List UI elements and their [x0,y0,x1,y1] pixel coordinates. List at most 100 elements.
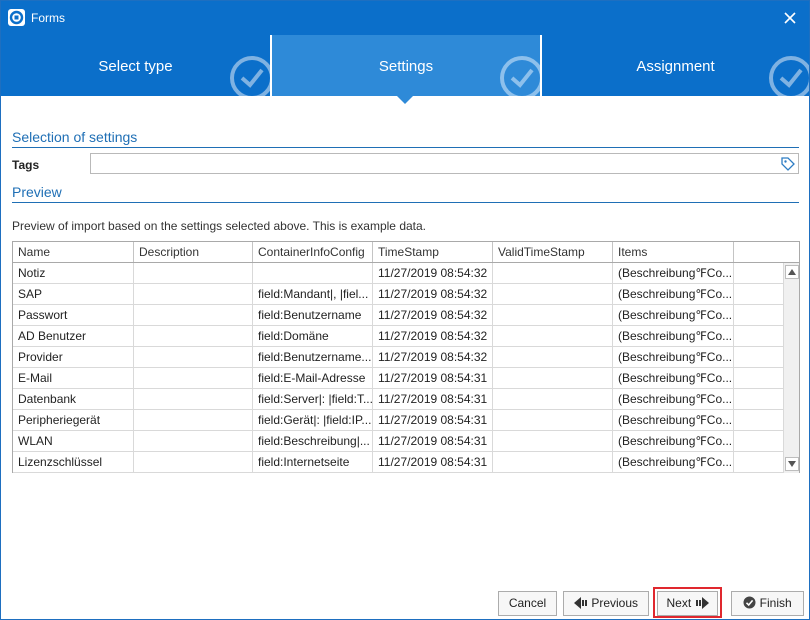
triangle-down-icon [788,461,796,467]
column-header-description[interactable]: Description [134,242,253,262]
active-step-pointer [397,96,413,104]
column-header-validtimestamp[interactable]: ValidTimeStamp [493,242,613,262]
cell-items: (Beschreibung℉Co... [613,410,734,431]
cell-containerinfoconfig: field:E-Mail-Adresse [253,368,373,389]
table-row[interactable]: Notiz 11/27/2019 08:54:32 (Beschreibung℉… [13,263,783,284]
cell-validtimestamp [493,305,613,326]
cell-description [134,305,253,326]
cell-name: Lizenzschlüssel [13,452,134,473]
cell-items: (Beschreibung℉Co... [613,326,734,347]
table-row[interactable]: Lizenzschlüssel field:Internetseite 11/2… [13,452,783,473]
forms-dialog: Forms Select type Settings Assignment Se… [0,0,810,620]
cell-name: Passwort [13,305,134,326]
cell-items: (Beschreibung℉Co... [613,263,734,284]
cell-items: (Beschreibung℉Co... [613,347,734,368]
table-row[interactable]: Datenbank field:Server|: |field:T... 11/… [13,389,783,410]
table-row[interactable]: Passwort field:Benutzername 11/27/2019 0… [13,305,783,326]
cell-containerinfoconfig: field:Internetseite [253,452,373,473]
cell-validtimestamp [493,368,613,389]
vertical-scrollbar[interactable] [783,263,799,473]
table-row[interactable]: SAP field:Mandant|, |fiel... 11/27/2019 … [13,284,783,305]
cell-containerinfoconfig: field:Benutzername... [253,347,373,368]
cell-timestamp: 11/27/2019 08:54:32 [373,326,493,347]
cell-name: SAP [13,284,134,305]
check-circle-icon [500,56,540,96]
column-header-timestamp[interactable]: TimeStamp [373,242,493,262]
cell-validtimestamp [493,263,613,284]
cell-timestamp: 11/27/2019 08:54:32 [373,305,493,326]
cell-items: (Beschreibung℉Co... [613,284,734,305]
cell-containerinfoconfig: field:Mandant|, |fiel... [253,284,373,305]
preview-table: Name Description ContainerInfoConfig Tim… [12,241,800,473]
table-row[interactable]: E-Mail field:E-Mail-Adresse 11/27/2019 0… [13,368,783,389]
cell-name: Datenbank [13,389,134,410]
next-button-label: Next [666,596,692,610]
table-header: Name Description ContainerInfoConfig Tim… [13,242,799,263]
column-header-containerinfoconfig[interactable]: ContainerInfoConfig [253,242,373,262]
cell-description [134,389,253,410]
cell-validtimestamp [493,410,613,431]
step-assignment[interactable]: Assignment [542,35,809,96]
tag-icon[interactable] [781,157,795,171]
triangle-up-icon [788,269,796,275]
cell-timestamp: 11/27/2019 08:54:31 [373,452,493,473]
cell-description [134,452,253,473]
title-bar: Forms [1,1,809,35]
section-title-preview: Preview [12,184,62,200]
cell-items: (Beschreibung℉Co... [613,305,734,326]
cell-timestamp: 11/27/2019 08:54:32 [373,347,493,368]
section-divider [12,147,799,148]
step-settings[interactable]: Settings [272,35,540,96]
section-title-settings: Selection of settings [12,129,138,145]
table-row[interactable]: WLAN field:Beschreibung|... 11/27/2019 0… [13,431,783,452]
cell-description [134,410,253,431]
table-row[interactable]: AD Benutzer field:Domäne 11/27/2019 08:5… [13,326,783,347]
close-button[interactable] [777,6,803,30]
check-circle-icon [230,56,270,96]
cell-name: E-Mail [13,368,134,389]
cell-validtimestamp [493,452,613,473]
arrow-right-icon [695,596,709,609]
cell-items: (Beschreibung℉Co... [613,389,734,410]
check-circle-icon [769,56,809,96]
tags-input[interactable] [90,153,799,174]
column-header-name[interactable]: Name [13,242,134,262]
cell-validtimestamp [493,326,613,347]
cell-items: (Beschreibung℉Co... [613,368,734,389]
app-logo-icon [8,9,25,26]
cell-containerinfoconfig: field:Benutzername [253,305,373,326]
cell-name: AD Benutzer [13,326,134,347]
scroll-up-button[interactable] [785,265,799,279]
cancel-button[interactable]: Cancel [498,591,557,616]
cell-description [134,326,253,347]
cell-timestamp: 11/27/2019 08:54:32 [373,284,493,305]
check-circle-icon [743,596,756,609]
previous-button[interactable]: Previous [563,591,649,616]
cell-containerinfoconfig: field:Gerät|: |field:IP... [253,410,373,431]
cell-name: WLAN [13,431,134,452]
cell-validtimestamp [493,284,613,305]
wizard-steps: Select type Settings Assignment [1,35,809,96]
section-divider [12,202,799,203]
cell-timestamp: 11/27/2019 08:54:31 [373,410,493,431]
cell-timestamp: 11/27/2019 08:54:31 [373,368,493,389]
finish-button[interactable]: Finish [731,591,804,616]
cell-description [134,431,253,452]
cell-description [134,368,253,389]
next-button[interactable]: Next [657,591,718,616]
scroll-down-button[interactable] [785,457,799,471]
window-title: Forms [31,11,65,25]
table-row[interactable]: Provider field:Benutzername... 11/27/201… [13,347,783,368]
column-header-items[interactable]: Items [613,242,734,262]
preview-description: Preview of import based on the settings … [12,219,427,233]
cell-containerinfoconfig: field:Server|: |field:T... [253,389,373,410]
cell-items: (Beschreibung℉Co... [613,452,734,473]
tags-label: Tags [12,158,40,172]
cell-timestamp: 11/27/2019 08:54:31 [373,389,493,410]
cell-containerinfoconfig: field:Beschreibung|... [253,431,373,452]
step-select-type[interactable]: Select type [1,35,270,96]
cell-items: (Beschreibung℉Co... [613,431,734,452]
cell-description [134,284,253,305]
table-row[interactable]: Peripheriegerät field:Gerät|: |field:IP.… [13,410,783,431]
cell-validtimestamp [493,389,613,410]
